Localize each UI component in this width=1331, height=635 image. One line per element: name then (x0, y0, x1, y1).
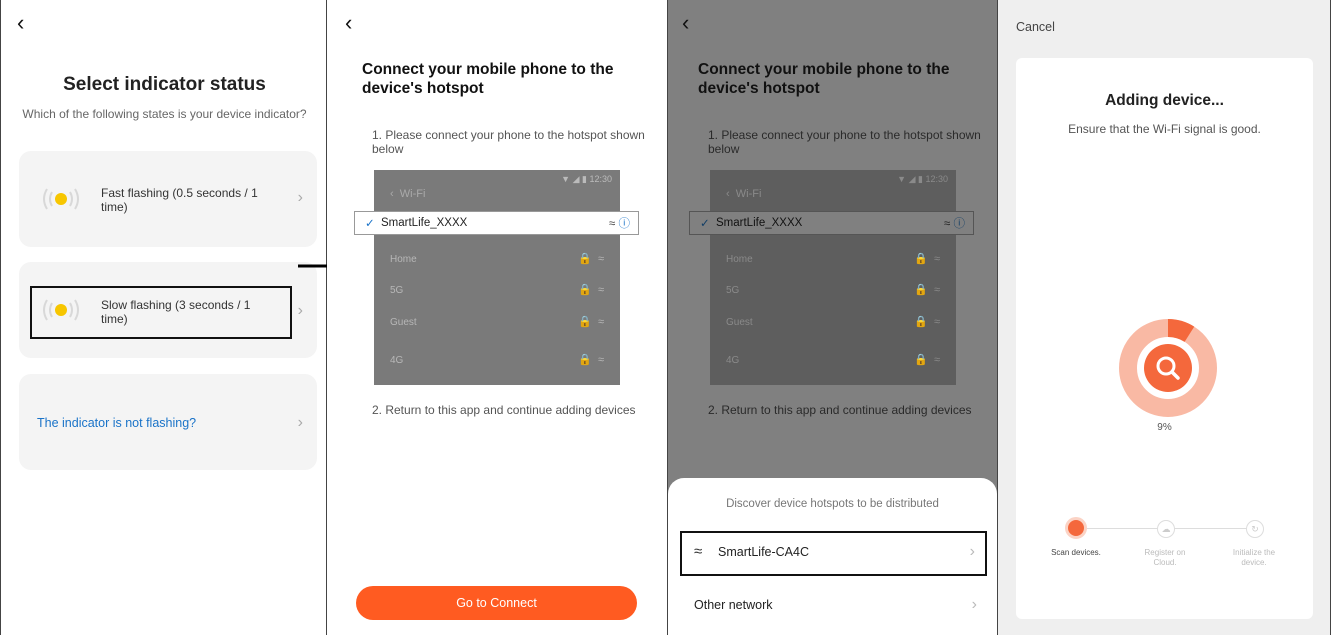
check-icon: ✓ (700, 218, 710, 230)
wifi-row: Guest 🔒≈ (726, 316, 946, 328)
progress-ring (1119, 319, 1217, 417)
step-label: Register on Cloud. (1144, 548, 1186, 567)
wifi-row: Home 🔒≈ (390, 253, 610, 265)
other-network-item[interactable]: Other network › (680, 588, 987, 628)
wifi-selected-row: ✓ SmartLife_XXXX ≈ ⓘ (689, 211, 974, 235)
other-network-label: Other network (694, 598, 773, 612)
wifi-row: 5G 🔒≈ (390, 284, 610, 296)
check-icon: ✓ (365, 218, 375, 230)
status-bar: ▼ ◢ ▮ 12:30 (561, 174, 612, 184)
init-icon: ↻ (1246, 520, 1264, 538)
sheet-title: Discover device hotspots to be distribut… (726, 498, 939, 510)
indicator-light-icon (43, 188, 79, 210)
step-label: Scan devices. (1051, 548, 1101, 557)
step-label: Initialize the device. (1232, 548, 1276, 567)
page-subtitle: Which of the following states is your de… (22, 107, 307, 121)
chevron-right-icon: › (297, 189, 303, 206)
panel-adding-device: Cancel Adding device... Ensure that the … (998, 0, 1331, 635)
step-2-text: 2. Return to this app and continue addin… (372, 403, 636, 417)
wifi-info-icon: ≈ ⓘ (608, 218, 630, 230)
wifi-selected-row: ✓ SmartLife_XXXX ≈ ⓘ (354, 211, 639, 235)
wifi-row: 5G 🔒≈ (726, 284, 946, 296)
page-title: Connect your mobile phone to the device'… (698, 61, 950, 97)
step-scan-dot (1065, 517, 1087, 539)
highlight-box (30, 286, 292, 339)
wifi-row: Home 🔒≈ (726, 253, 946, 265)
chevron-right-icon: › (297, 302, 303, 319)
card-title: Adding device... (1105, 92, 1224, 109)
go-to-connect-button[interactable]: Go to Connect (356, 586, 637, 620)
progress-percent: 9% (1157, 422, 1172, 433)
adding-device-card: Adding device... Ensure that the Wi-Fi s… (1016, 58, 1313, 619)
back-chevron-icon[interactable]: ‹ (682, 12, 689, 34)
selected-network: SmartLife_XXXX (716, 217, 803, 229)
wifi-row: Guest 🔒≈ (390, 316, 610, 328)
wifi-row: 4G 🔒≈ (390, 354, 610, 366)
wifi-icon: ≈ (694, 543, 703, 560)
step-2-text: 2. Return to this app and continue addin… (708, 403, 972, 417)
panel-discover-hotspots: ‹ Connect your mobile phone to the devic… (668, 0, 998, 635)
panel-select-indicator: ‹ Select indicator status Which of the f… (0, 0, 327, 635)
cloud-icon: ☁ (1157, 520, 1175, 538)
not-flashing-link[interactable]: The indicator is not flashing? (37, 416, 196, 430)
wifi-info-icon: ≈ ⓘ (943, 218, 965, 230)
option-fast-flashing[interactable]: Fast flashing (0.5 seconds / 1 time) › (19, 151, 317, 247)
selected-network: SmartLife_XXXX (381, 217, 468, 229)
wifi-screenshot: ▼ ◢ ▮ 12:30 ‹ Wi-Fi Home 🔒≈ 5G 🔒≈ Guest 🔒≈ … (374, 170, 620, 385)
cancel-button[interactable]: Cancel (1016, 20, 1055, 34)
wifi-row: 4G 🔒≈ (726, 354, 946, 366)
step-1-text: 1. Please connect your phone to the hots… (372, 128, 645, 156)
back-chevron-icon[interactable]: ‹ (345, 12, 352, 34)
page-title: Select indicator status (63, 74, 266, 95)
wifi-header: ‹ Wi-Fi (390, 188, 426, 200)
hotspot-name: SmartLife-CA4C (718, 545, 809, 559)
chevron-right-icon: › (969, 543, 975, 560)
status-bar: ▼ ◢ ▮ 12:30 (897, 174, 948, 184)
back-chevron-icon[interactable]: ‹ (17, 12, 24, 34)
panel-connect-hotspot: ‹ Connect your mobile phone to the devic… (327, 0, 668, 635)
wifi-header: ‹ Wi-Fi (726, 188, 762, 200)
page-title: Connect your mobile phone to the device'… (362, 61, 614, 97)
chevron-right-icon: › (297, 414, 303, 431)
chevron-right-icon: › (971, 596, 977, 613)
option-not-flashing[interactable]: The indicator is not flashing? › (19, 374, 317, 470)
step-1-text: 1. Please connect your phone to the hots… (708, 128, 981, 156)
option-label: Fast flashing (0.5 seconds / 1 time) (101, 186, 258, 214)
hotspot-item[interactable]: ≈ SmartLife-CA4C › (680, 531, 987, 576)
wifi-screenshot: ▼ ◢ ▮ 12:30 ‹ Wi-Fi Home 🔒≈ 5G 🔒≈ Guest 🔒≈ … (710, 170, 956, 385)
card-subtitle: Ensure that the Wi-Fi signal is good. (1068, 122, 1261, 136)
hotspot-bottom-sheet: Discover device hotspots to be distribut… (668, 478, 997, 635)
